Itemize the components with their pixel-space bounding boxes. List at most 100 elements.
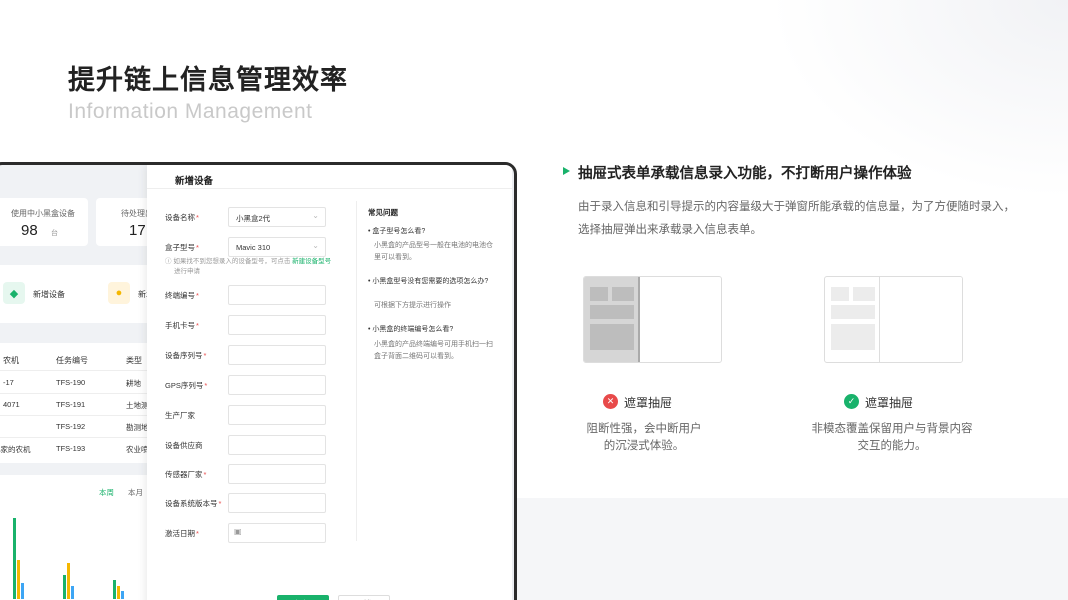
- quick-action-label[interactable]: 新增设备: [33, 289, 65, 300]
- table-header: 农机: [3, 356, 19, 365]
- chevron-down-icon: ⌄: [312, 211, 319, 220]
- field-input[interactable]: [228, 493, 326, 513]
- chart-bar: [121, 590, 124, 599]
- table-header: 任务编号: [56, 356, 88, 365]
- table-cell: TFS-192: [56, 422, 86, 431]
- cancel-button[interactable]: 取消: [338, 595, 390, 600]
- option-description-masked: 阻断性强，会中断用户 的沉浸式体验。: [586, 423, 702, 452]
- field-label: 终端编号*: [165, 291, 199, 300]
- drawer-panel: [879, 277, 962, 362]
- field-label: 激活日期*: [165, 529, 199, 538]
- faq-question: • 小黑盒型号没有您需要的选项怎么办?: [368, 278, 489, 285]
- stat-value: 98: [21, 222, 38, 239]
- page-subtitle: Information Management: [68, 100, 313, 123]
- stat-card-devices: 使用中小黑盒设备 98 台: [0, 198, 88, 246]
- page-title: 提升链上信息管理效率: [68, 65, 348, 95]
- divider: [356, 201, 357, 541]
- content-block: [831, 305, 875, 319]
- field-input[interactable]: [228, 435, 326, 455]
- masked-drawer-illustration: [583, 276, 722, 363]
- person-icon[interactable]: ●: [108, 282, 130, 304]
- faq-question: • 盒子型号怎么看?: [368, 228, 426, 235]
- option-label-nonmodal: 遮罩抽屉: [865, 396, 914, 410]
- divider: [0, 437, 156, 438]
- field-input[interactable]: [228, 285, 326, 305]
- chart-bar: [67, 563, 70, 599]
- bar-chart: [0, 505, 156, 599]
- chart-bar: [21, 583, 24, 599]
- new-model-link[interactable]: 新建设备型号: [292, 258, 331, 265]
- background-band: [516, 498, 1068, 600]
- table-cell: TFS-193: [56, 444, 86, 453]
- field-input[interactable]: 小黑盒2代 ⌄: [228, 207, 326, 227]
- content-block: [612, 287, 634, 301]
- field-label: 设备名称*: [165, 213, 199, 222]
- table-cell: TFS-190: [56, 378, 86, 387]
- drawer-title: 新增设备: [175, 176, 214, 187]
- content-block: [590, 305, 634, 319]
- table-header: 类型: [126, 356, 142, 365]
- option-description-nonmodal: 非模态覆盖保留用户与背景内容 交互的能力。: [811, 423, 973, 452]
- chart-bar: [113, 580, 116, 599]
- field-label: 设备系统版本号*: [165, 499, 222, 508]
- divider: [0, 393, 156, 394]
- divider: [0, 415, 156, 416]
- add-button[interactable]: 添加: [277, 595, 329, 600]
- field-label: 盒子型号*: [165, 243, 199, 252]
- faq-answer: 小黑盒的产品终端编号可用手机扫一扫盒子背面二维码可以看到。: [374, 341, 493, 360]
- faq-question: • 小黑盒的终端编号怎么看?: [368, 326, 454, 333]
- field-input[interactable]: [228, 315, 326, 335]
- content-block: [590, 287, 608, 301]
- field-input[interactable]: [228, 375, 326, 395]
- form-hint: ⓘ 如果找不到您想录入的设备型号，可点击 新建设备型号 进行申请: [165, 257, 345, 277]
- field-label: 设备供应商: [165, 441, 203, 450]
- content-block: [853, 287, 875, 301]
- field-label: 设备序列号*: [165, 351, 207, 360]
- add-device-drawer: 新增设备 设备名称* 小黑盒2代 ⌄ 盒子型号* Mavic 310 ⌄ 终端编号* 手机卡号…: [147, 165, 512, 600]
- triangle-bullet-icon: [563, 167, 570, 175]
- table-cell: 4071: [3, 400, 20, 409]
- field-label: GPS序列号*: [165, 381, 208, 390]
- divider: [0, 370, 156, 371]
- quick-actions-card: ◆ 新增设备 ● 新增: [0, 265, 156, 323]
- stat-label: 使用中小黑盒设备: [11, 209, 75, 218]
- table-cell: 耕地: [126, 379, 141, 388]
- device-mockup: 使用中小黑盒设备 98 台 待处理出仓任 17 个 ◆ 新增设备 ● 新增 农机…: [0, 162, 517, 600]
- field-label: 传感器厂家*: [165, 470, 207, 479]
- faq-title: 常见问题: [368, 208, 398, 217]
- check-circle-icon: ✓: [844, 394, 859, 409]
- stat-value: 17: [129, 222, 146, 239]
- table-cell: -17: [3, 378, 14, 387]
- table-cell: TFS-191: [56, 400, 86, 409]
- tab-this-month[interactable]: 本月: [128, 487, 143, 498]
- chevron-down-icon: ⌄: [312, 241, 319, 250]
- hint-text-after: 进行申请: [174, 268, 200, 275]
- option-label-masked: 遮罩抽屉: [624, 396, 673, 410]
- chart-bar: [17, 559, 20, 599]
- divider: [147, 188, 512, 189]
- feature-description: 由于录入信息和引导提示的内容量级大于弹窗所能承载的信息量，为了方便随时录入，选择…: [578, 201, 1015, 236]
- chart-bar: [71, 585, 74, 599]
- table-cell: 北家的农机: [0, 445, 31, 454]
- chart-card: 本周 本月: [0, 475, 156, 600]
- field-input[interactable]: [228, 345, 326, 365]
- content-block: [831, 287, 849, 301]
- calendar-icon: ▣: [234, 527, 242, 536]
- task-table: 农机 任务编号 类型 -17 TFS-190 耕地 4071 TFS-191 土…: [0, 343, 156, 463]
- field-input[interactable]: [228, 405, 326, 425]
- chart-bar: [117, 585, 120, 599]
- field-input[interactable]: [228, 464, 326, 484]
- faq-answer: 可根据下方提示进行操作: [374, 302, 451, 309]
- field-input[interactable]: ▣: [228, 523, 326, 543]
- field-input[interactable]: Mavic 310 ⌄: [228, 237, 326, 257]
- content-block: [831, 324, 875, 350]
- drawer-panel: [638, 277, 721, 362]
- content-block: [590, 324, 634, 350]
- stat-unit: 台: [51, 230, 58, 237]
- tab-this-week[interactable]: 本周: [99, 487, 114, 498]
- cube-icon[interactable]: ◆: [3, 282, 25, 304]
- close-circle-icon: ✕: [603, 394, 618, 409]
- hint-text: 如果找不到您想录入的设备型号，可点击: [173, 258, 291, 265]
- chart-bar: [63, 574, 66, 599]
- field-label: 生产厂家: [165, 411, 195, 420]
